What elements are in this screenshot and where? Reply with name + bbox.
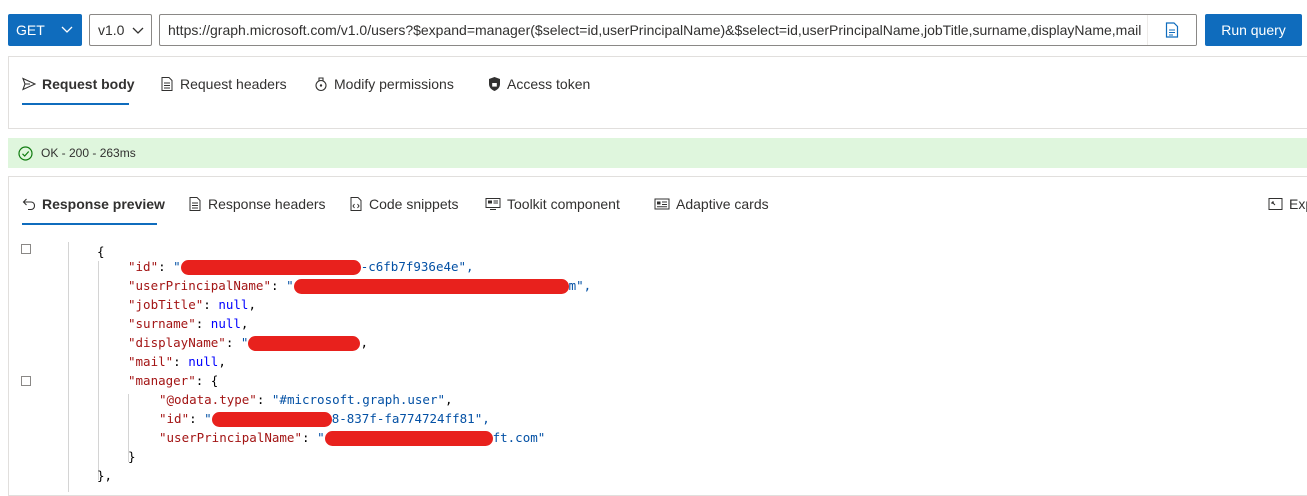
tab-label: Adaptive cards (676, 196, 769, 212)
tab-request-body[interactable]: Request body (22, 74, 135, 94)
json-line: }, (97, 468, 113, 483)
tab-label: Toolkit component (507, 196, 620, 212)
tab-request-headers[interactable]: Request headers (160, 74, 287, 94)
status-text: OK - 200 - 263ms (41, 146, 136, 160)
tab-label: Code snippets (369, 196, 459, 212)
check-circle-icon (18, 145, 33, 161)
query-url-input[interactable]: https://graph.microsoft.com/v1.0/users?$… (159, 14, 1197, 46)
tab-modify-permissions[interactable]: Modify permissions (314, 74, 454, 94)
document-icon (1165, 22, 1179, 38)
tab-expand[interactable]: Exp (1268, 194, 1307, 214)
redaction-mark (324, 431, 493, 446)
run-query-button[interactable]: Run query (1205, 14, 1302, 46)
redaction-mark (248, 336, 361, 351)
json-line: "id": " -c6fb7f936e4e", (128, 259, 474, 275)
tab-response-headers[interactable]: Response headers (188, 194, 326, 214)
tab-label: Request body (42, 76, 135, 92)
json-line: "userPrincipalName": " ft.com" (159, 430, 546, 446)
active-tab-indicator (22, 223, 157, 225)
tab-label: Access token (507, 76, 591, 92)
expand-icon (1268, 198, 1283, 210)
indent-guide (68, 242, 69, 492)
tab-label: Response preview (42, 196, 165, 212)
undo-arrow-icon (22, 198, 36, 211)
json-line: "@odata.type": "#microsoft.graph.user", (159, 392, 453, 407)
json-line: "jobTitle": null, (128, 297, 256, 312)
share-query-button[interactable] (1147, 15, 1196, 45)
json-line: } (128, 449, 136, 464)
api-version-label: v1.0 (98, 22, 125, 38)
permissions-icon (315, 77, 327, 92)
tab-label: Modify permissions (334, 76, 454, 92)
tab-access-token[interactable]: Access token (488, 74, 590, 94)
code-document-icon (350, 197, 362, 211)
send-icon (22, 77, 36, 91)
query-url-text: https://graph.microsoft.com/v1.0/users?$… (168, 22, 1142, 38)
tab-code-snippets[interactable]: Code snippets (349, 194, 459, 214)
json-line: "manager": { (128, 373, 219, 388)
status-bar: OK - 200 - 263ms (8, 138, 1307, 168)
headers-document-icon (161, 77, 173, 91)
response-code-viewer[interactable]: { "id": " -c6fb7f936e4e", "userPrincipalN… (8, 242, 1307, 492)
tab-response-preview[interactable]: Response preview (22, 194, 165, 214)
fold-toggle[interactable] (21, 376, 31, 386)
http-method-dropdown[interactable]: GET (8, 14, 82, 46)
json-line: "displayName": ", (128, 335, 368, 351)
redaction-mark (180, 260, 361, 275)
indent-guide (98, 261, 99, 480)
tab-label: Response headers (208, 196, 326, 212)
tab-adaptive-cards[interactable]: Adaptive cards (654, 194, 769, 214)
json-line: "id": " 8-837f-fa774724ff81", (159, 411, 490, 427)
toolkit-icon (485, 198, 501, 210)
chevron-down-icon (132, 27, 144, 34)
tab-label: Request headers (180, 76, 287, 92)
json-line: "surname": null, (128, 316, 249, 331)
json-line: "userPrincipalName": " m", (128, 278, 592, 294)
shield-lock-icon (489, 77, 500, 91)
card-icon (654, 198, 670, 210)
tab-toolkit-component[interactable]: Toolkit component (485, 194, 620, 214)
redaction-mark (211, 412, 332, 427)
fold-toggle[interactable] (21, 244, 31, 254)
api-version-dropdown[interactable]: v1.0 (89, 14, 152, 46)
json-line: "mail": null, (128, 354, 226, 369)
headers-document-icon (189, 197, 201, 211)
active-tab-indicator (22, 103, 129, 105)
json-line: { (97, 244, 105, 259)
chevron-down-icon (61, 26, 73, 33)
http-method-label: GET (16, 22, 45, 38)
redaction-mark (293, 279, 569, 294)
tab-label: Exp (1289, 196, 1307, 212)
